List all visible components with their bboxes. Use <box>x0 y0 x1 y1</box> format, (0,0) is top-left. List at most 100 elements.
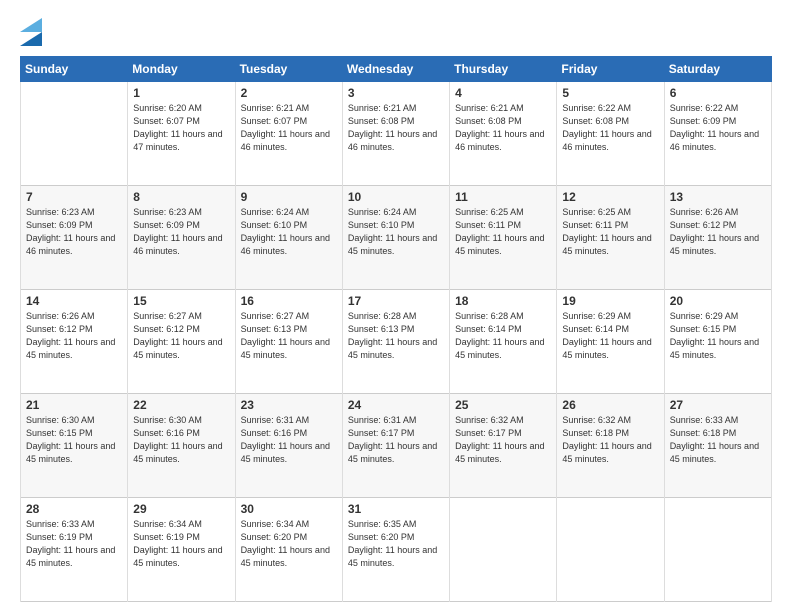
cell-info: Sunrise: 6:29 AM Sunset: 6:15 PM Dayligh… <box>670 310 766 362</box>
day-number: 31 <box>348 502 444 516</box>
cell-info: Sunrise: 6:32 AM Sunset: 6:18 PM Dayligh… <box>562 414 658 466</box>
weekday-friday: Friday <box>557 57 664 82</box>
logo-icon <box>20 18 42 46</box>
day-cell <box>557 498 664 602</box>
day-number: 24 <box>348 398 444 412</box>
cell-info: Sunrise: 6:31 AM Sunset: 6:16 PM Dayligh… <box>241 414 337 466</box>
weekday-header-row: SundayMondayTuesdayWednesdayThursdayFrid… <box>21 57 772 82</box>
day-cell: 17Sunrise: 6:28 AM Sunset: 6:13 PM Dayli… <box>342 290 449 394</box>
day-number: 4 <box>455 86 551 100</box>
cell-info: Sunrise: 6:25 AM Sunset: 6:11 PM Dayligh… <box>562 206 658 258</box>
cell-info: Sunrise: 6:32 AM Sunset: 6:17 PM Dayligh… <box>455 414 551 466</box>
day-cell: 12 Sunrise: 6:25 AM Sunset: 6:11 PM Dayli… <box>557 186 664 290</box>
day-cell: 13 Sunrise: 6:26 AM Sunset: 6:12 PM Dayli… <box>664 186 771 290</box>
weekday-monday: Monday <box>128 57 235 82</box>
day-number: 13 <box>670 190 766 204</box>
cell-info: Sunrise: 6:30 AM Sunset: 6:16 PM Dayligh… <box>133 414 229 466</box>
day-cell: 7Sunrise: 6:23 AM Sunset: 6:09 PM Daylig… <box>21 186 128 290</box>
weekday-tuesday: Tuesday <box>235 57 342 82</box>
cell-info: Sunrise: 6:27 AM Sunset: 6:12 PM Dayligh… <box>133 310 229 362</box>
day-cell: 15 Sunrise: 6:27 AM Sunset: 6:12 PM Dayli… <box>128 290 235 394</box>
day-number: 2 <box>241 86 337 100</box>
day-number: 5 <box>562 86 658 100</box>
cell-info: Sunrise: 6:21 AM Sunset: 6:08 PM Dayligh… <box>455 102 551 154</box>
day-cell: 5 Sunrise: 6:22 AM Sunset: 6:08 PM Daylig… <box>557 82 664 186</box>
day-cell: 3Sunrise: 6:21 AM Sunset: 6:08 PM Daylig… <box>342 82 449 186</box>
day-number: 23 <box>241 398 337 412</box>
cell-info: Sunrise: 6:24 AM Sunset: 6:10 PM Dayligh… <box>348 206 444 258</box>
day-cell: 22 Sunrise: 6:30 AM Sunset: 6:16 PM Dayli… <box>128 394 235 498</box>
calendar-table: SundayMondayTuesdayWednesdayThursdayFrid… <box>20 56 772 602</box>
cell-info: Sunrise: 6:34 AM Sunset: 6:20 PM Dayligh… <box>241 518 337 570</box>
day-number: 18 <box>455 294 551 308</box>
day-number: 3 <box>348 86 444 100</box>
cell-info: Sunrise: 6:26 AM Sunset: 6:12 PM Dayligh… <box>26 310 122 362</box>
day-cell: 6 Sunrise: 6:22 AM Sunset: 6:09 PM Daylig… <box>664 82 771 186</box>
day-cell: 4 Sunrise: 6:21 AM Sunset: 6:08 PM Daylig… <box>450 82 557 186</box>
day-cell: 29Sunrise: 6:34 AM Sunset: 6:19 PM Dayli… <box>128 498 235 602</box>
cell-info: Sunrise: 6:33 AM Sunset: 6:19 PM Dayligh… <box>26 518 122 570</box>
cell-info: Sunrise: 6:28 AM Sunset: 6:13 PM Dayligh… <box>348 310 444 362</box>
weekday-wednesday: Wednesday <box>342 57 449 82</box>
day-cell: 20 Sunrise: 6:29 AM Sunset: 6:15 PM Dayli… <box>664 290 771 394</box>
week-row-2: 7 Sunrise: 6:23 AM Sunset: 6:09 PM Daylig… <box>21 186 772 290</box>
cell-info: Sunrise: 6:20 AM Sunset: 6:07 PM Dayligh… <box>133 102 229 154</box>
day-cell: 26 Sunrise: 6:32 AM Sunset: 6:18 PM Dayli… <box>557 394 664 498</box>
day-number: 14 <box>26 294 122 308</box>
day-cell: 9 Sunrise: 6:24 AM Sunset: 6:10 PM Daylig… <box>235 186 342 290</box>
day-cell: 2 Sunrise: 6:21 AM Sunset: 6:07 PM Daylig… <box>235 82 342 186</box>
day-number: 16 <box>241 294 337 308</box>
day-number: 11 <box>455 190 551 204</box>
day-cell: 14 Sunrise: 6:26 AM Sunset: 6:12 PM Dayli… <box>21 290 128 394</box>
cell-info: Sunrise: 6:23 AM Sunset: 6:09 PM Dayligh… <box>133 206 229 258</box>
cell-info: Sunrise: 6:22 AM Sunset: 6:09 PM Dayligh… <box>670 102 766 154</box>
cell-info: Sunrise: 6:30 AM Sunset: 6:15 PM Dayligh… <box>26 414 122 466</box>
cell-info: Sunrise: 6:27 AM Sunset: 6:13 PM Dayligh… <box>241 310 337 362</box>
day-number: 27 <box>670 398 766 412</box>
day-cell: 10 Sunrise: 6:24 AM Sunset: 6:10 PM Dayli… <box>342 186 449 290</box>
cell-info: Sunrise: 6:25 AM Sunset: 6:11 PM Dayligh… <box>455 206 551 258</box>
day-number: 8 <box>133 190 229 204</box>
day-number: 1 <box>133 86 229 100</box>
cell-info: Sunrise: 6:22 AM Sunset: 6:08 PM Dayligh… <box>562 102 658 154</box>
day-cell: 21 Sunrise: 6:30 AM Sunset: 6:15 PM Dayli… <box>21 394 128 498</box>
day-cell: 8 Sunrise: 6:23 AM Sunset: 6:09 PM Daylig… <box>128 186 235 290</box>
day-cell: 16 Sunrise: 6:27 AM Sunset: 6:13 PM Dayli… <box>235 290 342 394</box>
day-number: 12 <box>562 190 658 204</box>
day-number: 9 <box>241 190 337 204</box>
week-row-4: 21 Sunrise: 6:30 AM Sunset: 6:15 PM Dayli… <box>21 394 772 498</box>
day-number: 28 <box>26 502 122 516</box>
day-number: 15 <box>133 294 229 308</box>
day-number: 30 <box>241 502 337 516</box>
cell-info: Sunrise: 6:33 AM Sunset: 6:18 PM Dayligh… <box>670 414 766 466</box>
cell-info: Sunrise: 6:29 AM Sunset: 6:14 PM Dayligh… <box>562 310 658 362</box>
cell-info: Sunrise: 6:26 AM Sunset: 6:12 PM Dayligh… <box>670 206 766 258</box>
day-cell: 28 Sunrise: 6:33 AM Sunset: 6:19 PM Dayli… <box>21 498 128 602</box>
day-number: 20 <box>670 294 766 308</box>
week-row-3: 14 Sunrise: 6:26 AM Sunset: 6:12 PM Dayli… <box>21 290 772 394</box>
day-cell: 18 Sunrise: 6:28 AM Sunset: 6:14 PM Dayli… <box>450 290 557 394</box>
day-cell: 30 Sunrise: 6:34 AM Sunset: 6:20 PM Dayli… <box>235 498 342 602</box>
day-number: 22 <box>133 398 229 412</box>
day-cell: 1 Sunrise: 6:20 AM Sunset: 6:07 PM Daylig… <box>128 82 235 186</box>
cell-info: Sunrise: 6:35 AM Sunset: 6:20 PM Dayligh… <box>348 518 444 570</box>
logo <box>20 18 46 46</box>
calendar-page: SundayMondayTuesdayWednesdayThursdayFrid… <box>0 0 792 612</box>
day-cell: 23 Sunrise: 6:31 AM Sunset: 6:16 PM Dayli… <box>235 394 342 498</box>
day-number: 21 <box>26 398 122 412</box>
day-number: 26 <box>562 398 658 412</box>
cell-info: Sunrise: 6:21 AM Sunset: 6:07 PM Dayligh… <box>241 102 337 154</box>
day-cell: 31 Sunrise: 6:35 AM Sunset: 6:20 PM Dayli… <box>342 498 449 602</box>
week-row-1: 1 Sunrise: 6:20 AM Sunset: 6:07 PM Daylig… <box>21 82 772 186</box>
cell-info: Sunrise: 6:28 AM Sunset: 6:14 PM Dayligh… <box>455 310 551 362</box>
day-number: 6 <box>670 86 766 100</box>
cell-info: Sunrise: 6:34 AM Sunset: 6:19 PM Dayligh… <box>133 518 229 570</box>
week-row-5: 28 Sunrise: 6:33 AM Sunset: 6:19 PM Dayli… <box>21 498 772 602</box>
day-number: 25 <box>455 398 551 412</box>
cell-info: Sunrise: 6:24 AM Sunset: 6:10 PM Dayligh… <box>241 206 337 258</box>
day-cell: 11 Sunrise: 6:25 AM Sunset: 6:11 PM Dayli… <box>450 186 557 290</box>
day-cell <box>450 498 557 602</box>
day-cell <box>21 82 128 186</box>
day-number: 10 <box>348 190 444 204</box>
day-number: 7 <box>26 190 122 204</box>
